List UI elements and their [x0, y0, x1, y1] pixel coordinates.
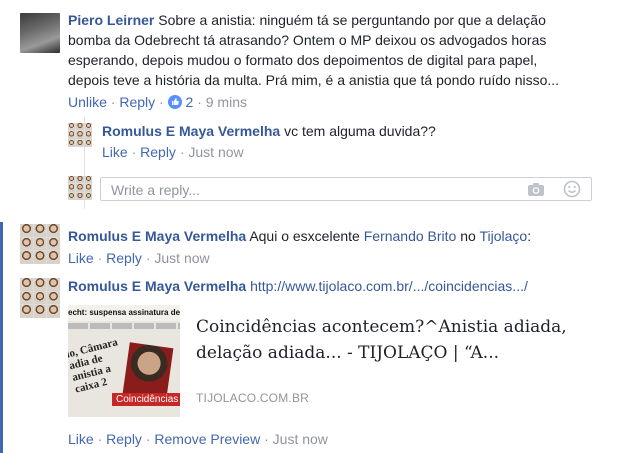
comment-piero: Piero Leirner Sobre a anistia: ninguém t…: [68, 10, 628, 90]
avatar-romulus[interactable]: [68, 123, 92, 147]
comment-text-line: bomba da Odebrecht tá atrasando? Ontem o…: [68, 32, 547, 48]
comment-romulus-1: Romulus E Maya Vermelha Aqui o esxcelent…: [68, 228, 532, 244]
comment-romulus-2: Romulus E Maya Vermelha http://www.tijol…: [68, 276, 528, 296]
comment-actions: Like · Reply · Remove Preview · Just now: [68, 431, 328, 447]
mention-fernando-brito[interactable]: Fernando Brito: [364, 228, 457, 244]
like-link[interactable]: Like: [68, 431, 94, 447]
timestamp[interactable]: 9 mins: [206, 94, 247, 110]
comment-actions: Like · Reply · Just now: [68, 250, 210, 266]
comment-text-line: Sobre a anistia: ninguém tá se perguntan…: [158, 12, 546, 28]
author-name[interactable]: Piero Leirner: [68, 12, 154, 28]
avatar-romulus[interactable]: [20, 224, 60, 264]
emoji-icon[interactable]: [563, 180, 581, 201]
preview-domain: TIJOLACO.COM.BR: [196, 391, 310, 405]
mention-tijolaco[interactable]: Tijolaço: [479, 228, 527, 244]
new-comment-highlight: [0, 222, 3, 453]
timestamp[interactable]: Just now: [154, 250, 209, 266]
like-count[interactable]: 2: [186, 94, 194, 110]
comment-text: no: [460, 228, 476, 244]
author-name[interactable]: Romulus E Maya Vermelha: [102, 123, 280, 139]
reply-link[interactable]: Reply: [106, 250, 142, 266]
timestamp[interactable]: Just now: [273, 431, 328, 447]
thumb-headline: echt: suspensa assinatura de: [68, 305, 180, 321]
reply-composer[interactable]: [100, 177, 592, 201]
preview-title[interactable]: Coincidências acontecem?^Anistia adiada,…: [196, 314, 616, 366]
like-reaction-icon[interactable]: [167, 95, 182, 109]
comment-text-line: depois teve a história da multa. Prá mim…: [68, 72, 560, 88]
remove-preview-link[interactable]: Remove Preview: [154, 431, 260, 447]
avatar-current-user: [68, 176, 92, 200]
reply-romulus: Romulus E Maya Vermelha vc tem alguma du…: [102, 121, 436, 141]
reply-link[interactable]: Reply: [140, 144, 176, 160]
reply-link[interactable]: Reply: [106, 431, 142, 447]
reply-actions: Like · Reply · Just now: [102, 144, 244, 160]
like-link[interactable]: Like: [68, 250, 94, 266]
thumb-tag: Coincidências: [112, 393, 180, 406]
camera-icon[interactable]: [527, 181, 545, 200]
author-name[interactable]: Romulus E Maya Vermelha: [68, 228, 246, 244]
author-name[interactable]: Romulus E Maya Vermelha: [68, 278, 246, 294]
comment-text: Aqui o esxcelente: [249, 228, 360, 244]
avatar-romulus[interactable]: [20, 278, 60, 318]
like-link[interactable]: Like: [102, 144, 128, 160]
timestamp[interactable]: Just now: [188, 144, 243, 160]
reply-link[interactable]: Reply: [119, 94, 155, 110]
reply-text: vc tem alguma duvida??: [284, 123, 436, 139]
avatar-piero[interactable]: [20, 13, 60, 53]
comment-text-line: esperando, depois mudou o formato dos de…: [68, 52, 538, 68]
reply-input[interactable]: [109, 180, 513, 200]
preview-thumbnail[interactable]: echt: suspensa assinatura de lo, Câmara …: [68, 305, 180, 417]
shared-url[interactable]: http://www.tijolaco.com.br/.../coinciden…: [250, 278, 528, 294]
comment-actions: Unlike · Reply · 2 · 9 mins: [68, 94, 247, 110]
unlike-link[interactable]: Unlike: [68, 94, 107, 110]
